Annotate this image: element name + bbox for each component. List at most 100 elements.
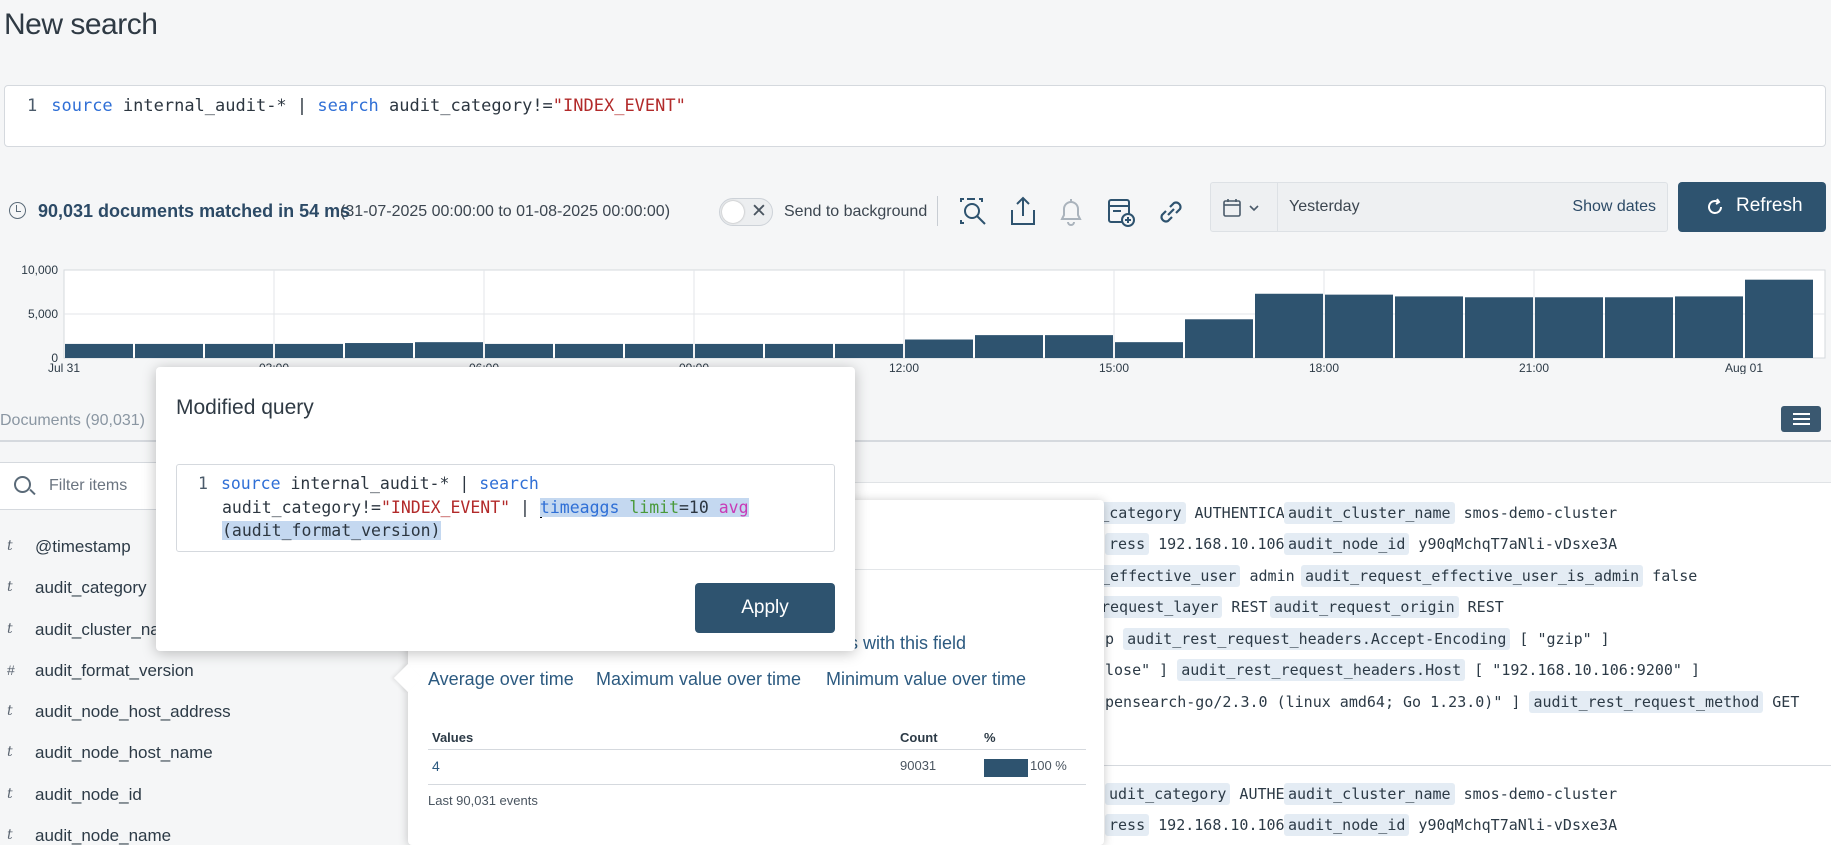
values-header: Values xyxy=(432,730,474,745)
field-item[interactable]: t audit_node_id xyxy=(0,776,465,817)
histogram-bar xyxy=(695,343,763,358)
query-source-name: internal_audit-* | xyxy=(280,474,480,493)
y-tick-label: 5,000 xyxy=(28,307,58,321)
histogram-bar xyxy=(1395,296,1463,358)
avg-argument: (audit_format_version) xyxy=(222,521,441,540)
query-value: "INDEX_EVENT" xyxy=(552,96,686,116)
field-type: t xyxy=(7,620,13,637)
filter-items-input[interactable]: Filter items xyxy=(0,462,160,510)
histogram-bar xyxy=(1185,319,1253,358)
values-table: Values Count % 4 90031 100 % xyxy=(428,722,1086,785)
documents-tab[interactable]: Documents (90,031) xyxy=(0,412,145,430)
values-table-header: Values Count % xyxy=(428,722,1086,750)
modified-query-editor[interactable]: 1 source internal_audit-* | search audit_… xyxy=(176,464,835,552)
modal-query-line-3: (audit_format_version) xyxy=(222,521,441,540)
document-field: audit_cluster_name smos-demo-cluster xyxy=(1284,783,1617,805)
value-link[interactable]: 4 xyxy=(432,758,440,774)
minimum-over-time-link[interactable]: Minimum value over time xyxy=(826,669,1026,690)
histogram-bar xyxy=(205,343,273,358)
field-name: audit_node_host_address xyxy=(35,702,231,722)
histogram-bar xyxy=(835,343,903,358)
query-condition: audit_category!= xyxy=(222,498,381,517)
time-range-text: (31-07-2025 00:00:00 to 01-08-2025 00:00… xyxy=(340,203,671,220)
document-field: pensearch-go/2.3.0 (linux amd64; Go 1.23… xyxy=(1105,691,1800,713)
histogram-bar xyxy=(1115,342,1183,358)
show-dates-link[interactable]: Show dates xyxy=(1572,198,1656,216)
field-item[interactable]: # audit_format_version xyxy=(0,652,465,693)
field-name: audit_category xyxy=(35,578,147,598)
query-condition: audit_category!= xyxy=(378,96,553,116)
refresh-button[interactable]: Refresh xyxy=(1678,182,1826,232)
list-view-button[interactable] xyxy=(1781,406,1821,432)
field-name: audit_format_version xyxy=(35,660,194,680)
add-to-dashboard-icon[interactable] xyxy=(1103,194,1139,230)
toggle-knob xyxy=(722,201,744,223)
histogram-bar xyxy=(1535,297,1603,358)
document-field: audit_cluster_name smos-demo-cluster xyxy=(1284,502,1617,524)
document-field: audit_node_id y90qMchqT7aNli-vDsxe3A xyxy=(1284,533,1617,555)
percent-header: % xyxy=(984,730,996,745)
line-number: 1 xyxy=(27,96,38,116)
date-preset[interactable]: Yesterday xyxy=(1289,198,1360,216)
query-value: "INDEX_EVENT" xyxy=(380,498,511,517)
list-icon xyxy=(1793,413,1810,415)
page: New search 1 source internal_audit-* | se… xyxy=(0,0,1831,845)
inspect-search-icon[interactable] xyxy=(955,194,991,230)
picker-divider xyxy=(1277,183,1278,231)
refresh-label: Refresh xyxy=(1736,195,1803,216)
share-link-icon[interactable] xyxy=(1153,194,1189,230)
limit-value: =10 xyxy=(679,498,719,517)
histogram-bar xyxy=(905,339,973,358)
x-tick-label: Aug 01 xyxy=(1725,361,1763,374)
document-field: ress 192.168.10.106 xyxy=(1105,814,1285,836)
x-tick-label: 15:00 xyxy=(1099,361,1129,374)
field-type: t xyxy=(7,579,13,596)
query-line: 1 source internal_audit-* | search audit_… xyxy=(27,96,686,116)
document-field: audit_node_id y90qMchqT7aNli-vDsxe3A xyxy=(1284,814,1617,836)
x-tick-label: 12:00 xyxy=(889,361,919,374)
field-name: audit_cluster_na xyxy=(35,619,160,639)
x-tick-label: 18:00 xyxy=(1309,361,1339,374)
histogram-bar xyxy=(485,343,553,358)
modal-query-line-2: audit_category!="INDEX_EVENT" | timeaggs… xyxy=(222,498,749,518)
modal-query-line-1: 1 source internal_audit-* | search xyxy=(198,474,539,493)
field-item[interactable]: t audit_node_name xyxy=(0,817,465,845)
apply-button[interactable]: Apply xyxy=(695,583,835,633)
date-range-picker[interactable]: Yesterday Show dates xyxy=(1210,182,1668,232)
last-events-text: Last 90,031 events xyxy=(428,793,538,808)
field-name: @timestamp xyxy=(35,537,131,556)
y-tick-label: 10,000 xyxy=(21,263,58,277)
line-number: 1 xyxy=(198,474,208,493)
maximum-over-time-link[interactable]: Maximum value over time xyxy=(596,669,801,690)
histogram-bar xyxy=(415,342,483,358)
query-source-keyword: source xyxy=(220,474,281,493)
field-type: t xyxy=(7,703,13,720)
field-type: t xyxy=(7,538,13,554)
percent-bar xyxy=(984,759,1028,777)
histogram-bar xyxy=(1465,297,1533,358)
field-name: audit_node_id xyxy=(35,784,142,804)
alert-bell-icon[interactable] xyxy=(1053,194,1089,230)
histogram-bar xyxy=(975,335,1043,358)
average-over-time-link[interactable]: Average over time xyxy=(428,669,574,690)
document-field: _effective_user admin xyxy=(1097,565,1295,587)
export-icon[interactable] xyxy=(1005,194,1041,230)
histogram-bar xyxy=(1675,296,1743,358)
calendar-icon xyxy=(1223,199,1259,217)
field-item[interactable]: t audit_node_host_name xyxy=(0,734,465,775)
value-count: 90031 xyxy=(900,758,937,773)
toolbar-divider xyxy=(937,196,938,226)
field-type: t xyxy=(7,785,13,802)
matched-count: 90,031 documents matched in 54 ms xyxy=(38,201,351,221)
send-to-background-toggle[interactable]: ✕ xyxy=(719,198,773,226)
field-item[interactable]: t audit_node_host_address xyxy=(0,693,465,734)
status-bar: 90,031 documents matched in 54 ms (31-07… xyxy=(0,182,1831,238)
query-editor[interactable]: 1 source internal_audit-* | search audit_… xyxy=(4,85,1826,147)
table-row: 4 90031 100 % xyxy=(428,750,1086,785)
send-to-background-label: Send to background xyxy=(784,203,928,220)
page-title: New search xyxy=(4,8,158,41)
document-field: lose" ] audit_rest_request_headers.Host … xyxy=(1105,659,1701,681)
event-histogram[interactable]: Jul 3103:0006:0009:0012:0015:0018:0021:0… xyxy=(0,262,1831,374)
percent-text: 100 % xyxy=(1030,758,1067,773)
count-header: Count xyxy=(900,730,938,745)
